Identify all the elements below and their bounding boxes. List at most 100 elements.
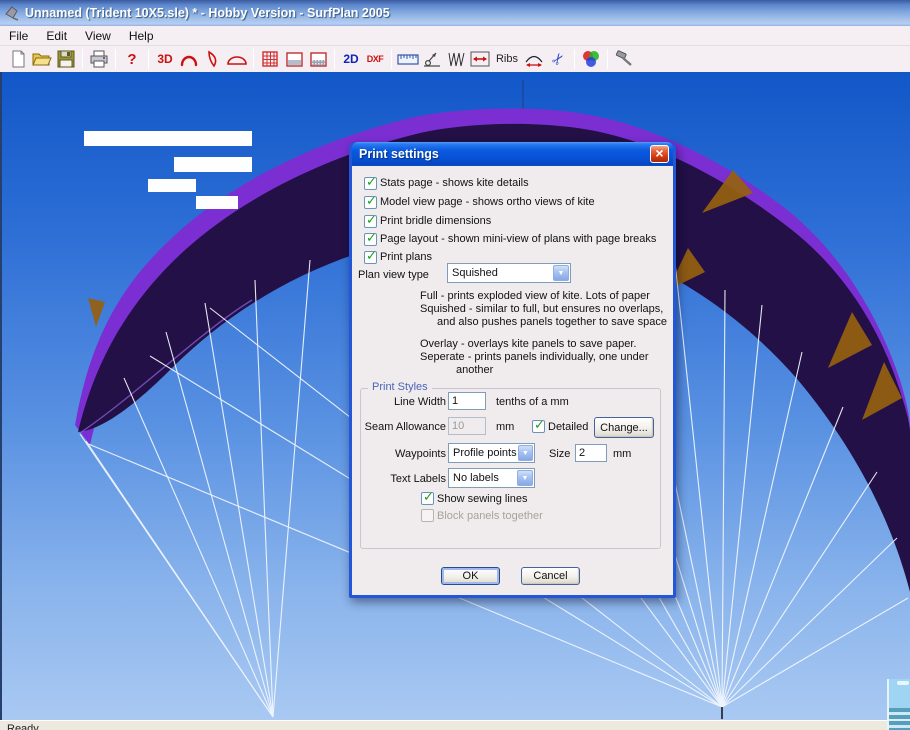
measure-angle-icon <box>422 50 442 68</box>
block-panels-label: Block panels together <box>437 510 543 522</box>
width-arrows-button[interactable] <box>468 48 492 70</box>
dialog-title: Print settings <box>359 147 439 161</box>
save-icon <box>57 50 75 68</box>
dialog-titlebar[interactable]: Print settings × <box>352 142 673 166</box>
bridle-dimensions-checkbox[interactable] <box>364 215 377 228</box>
width-arrows-icon <box>470 50 490 68</box>
arch-icon <box>179 51 199 67</box>
menu-help[interactable]: Help <box>120 27 163 45</box>
model-view-checkbox[interactable] <box>364 196 377 209</box>
toolbar-separator <box>115 49 116 69</box>
show-sewing-lines-checkbox[interactable] <box>421 492 434 505</box>
plan-view-type-combo[interactable]: Squished ▼ <box>447 263 571 283</box>
view-2d-button[interactable]: 2D <box>339 48 363 70</box>
tools-icon <box>614 50 634 68</box>
cut-button[interactable]: ✂ <box>546 48 570 70</box>
cancel-button[interactable]: Cancel <box>521 567 580 585</box>
new-document-button[interactable] <box>6 48 30 70</box>
panel-view-button[interactable] <box>282 48 306 70</box>
text-labels-combo[interactable]: No labels ▼ <box>448 468 535 488</box>
dome-view-button[interactable] <box>225 48 249 70</box>
panel-shaded-view-button[interactable] <box>306 48 330 70</box>
panel-shaded-icon <box>309 51 328 68</box>
arch-view-button[interactable] <box>177 48 201 70</box>
seam-allowance-input <box>448 417 486 435</box>
page-layout-label: Page layout - shown mini-view of plans w… <box>380 233 656 245</box>
ruler-button[interactable] <box>396 48 420 70</box>
waypoints-label: Waypoints <box>360 448 446 460</box>
chevron-down-icon[interactable]: ▼ <box>517 470 533 486</box>
menu-edit[interactable]: Edit <box>37 27 76 45</box>
ok-button[interactable]: OK <box>441 567 500 585</box>
chevron-down-icon[interactable]: ▼ <box>553 265 569 281</box>
profile-view-button[interactable] <box>201 48 225 70</box>
grid-icon <box>261 50 279 68</box>
view-3d-button[interactable]: 3D <box>153 48 177 70</box>
detailed-checkbox[interactable] <box>532 420 545 433</box>
print-plans-checkbox[interactable] <box>364 251 377 264</box>
block-panels-checkbox <box>421 509 434 522</box>
chevron-down-icon[interactable]: ▼ <box>518 445 533 461</box>
change-button[interactable]: Change... <box>594 417 654 438</box>
desc-seperate-2: another <box>456 364 667 377</box>
bridle-lines-button[interactable] <box>444 48 468 70</box>
line-width-suffix: tenths of a mm <box>496 396 569 408</box>
page-layout-checkbox[interactable] <box>364 233 377 246</box>
measure-angle-button[interactable] <box>420 48 444 70</box>
menu-view[interactable]: View <box>76 27 120 45</box>
open-folder-icon <box>32 50 52 68</box>
thumb-stripes <box>889 708 910 730</box>
bridle-dimensions-label: Print bridle dimensions <box>380 215 491 227</box>
plan-view-type-label: Plan view type <box>358 269 429 281</box>
menu-file[interactable]: File <box>0 27 37 45</box>
seam-allowance-label: Seam Allowance <box>352 421 446 433</box>
toolbar-separator <box>253 49 254 69</box>
line-width-input[interactable] <box>448 392 486 410</box>
help-icon: ? <box>127 51 136 68</box>
text-labels-label: Text Labels <box>360 473 446 485</box>
save-button[interactable] <box>54 48 78 70</box>
arch-measure-icon <box>523 50 545 68</box>
desc-seperate: Seperate - prints panels individually, o… <box>420 351 667 364</box>
arch-measure-button[interactable] <box>522 48 546 70</box>
text-labels-value: No labels <box>453 472 516 484</box>
waypoints-combo[interactable]: Profile points ▼ <box>448 443 535 463</box>
mini-preview-window[interactable] <box>887 679 910 730</box>
profile-icon <box>205 50 221 68</box>
desc-squished-2: and also pushes panels together to save … <box>437 316 667 329</box>
size-input[interactable] <box>575 444 607 462</box>
thumb-cloud <box>897 681 909 685</box>
ribs-button[interactable]: Ribs <box>492 48 522 70</box>
size-label: Size <box>549 448 570 460</box>
toolbar-separator <box>607 49 608 69</box>
line-width-label: Line Width <box>360 396 446 408</box>
dome-icon <box>226 52 248 66</box>
toolbar: ? 3D <box>0 46 910 72</box>
toolbar-separator <box>334 49 335 69</box>
stats-page-label: Stats page - shows kite details <box>380 177 529 189</box>
close-icon[interactable]: × <box>650 145 669 163</box>
colors-icon <box>581 49 601 69</box>
print-plans-label: Print plans <box>380 251 432 263</box>
toolbar-separator <box>391 49 392 69</box>
ruler-icon <box>397 52 419 66</box>
colors-button[interactable] <box>579 48 603 70</box>
toolbar-separator <box>574 49 575 69</box>
print-settings-dialog: Print settings × Stats page - shows kite… <box>349 142 676 598</box>
dxf-icon: DXF <box>367 54 384 64</box>
grid-view-button[interactable] <box>258 48 282 70</box>
stats-page-checkbox[interactable] <box>364 177 377 190</box>
desc-squished: Squished - similar to full, but ensures … <box>420 303 667 316</box>
open-button[interactable] <box>30 48 54 70</box>
dialog-body: Stats page - shows kite details Model vi… <box>352 166 673 595</box>
print-icon <box>89 50 109 68</box>
toolbar-separator <box>148 49 149 69</box>
print-button[interactable] <box>87 48 111 70</box>
dxf-export-button[interactable]: DXF <box>363 48 387 70</box>
tools-button[interactable] <box>612 48 636 70</box>
waypoints-value: Profile points <box>453 447 517 459</box>
print-styles-legend: Print Styles <box>368 381 432 393</box>
help-button[interactable]: ? <box>120 48 144 70</box>
bridle-lines-icon <box>447 50 465 68</box>
detailed-label: Detailed <box>548 421 588 433</box>
